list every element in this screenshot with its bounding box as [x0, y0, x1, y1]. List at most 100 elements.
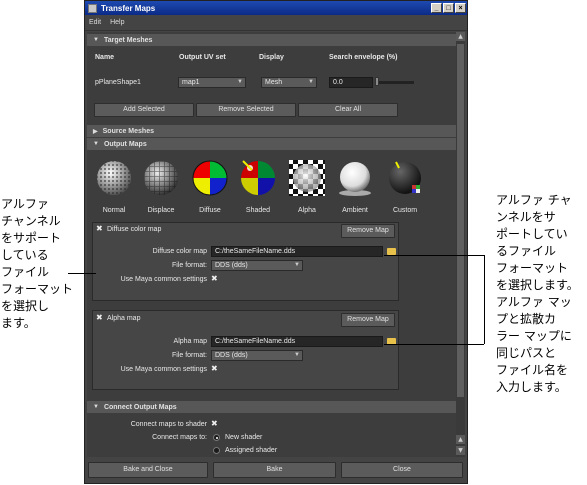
alpha-frame-title: Alpha map [107, 315, 141, 322]
scroll-down-icon[interactable]: ▼ [456, 446, 465, 455]
transfer-maps-window: Transfer Maps _ □ × Edit Help ▼ Target M… [84, 0, 468, 484]
map-label-normal: Normal [102, 207, 126, 214]
collapse-triangle-icon: ▼ [93, 141, 99, 147]
vertical-scrollbar[interactable]: ▲ ▲ ▼ [456, 32, 465, 457]
callout-leader-line [68, 273, 96, 274]
connect-to-shader-checkbox[interactable]: ✖ [211, 419, 218, 428]
section-title: Output Maps [103, 140, 147, 148]
folder-icon[interactable] [387, 248, 396, 255]
section-connect-output-maps[interactable]: ▼ Connect Output Maps [87, 401, 456, 413]
diffuse-map-path-input[interactable]: C:/theSameFileName.dds [211, 246, 383, 257]
header-uv-set: Output UV set [179, 54, 226, 61]
section-source-meshes[interactable]: ▶ Source Meshes [87, 125, 456, 137]
diffuse-file-format-dropdown[interactable]: DDS (dds) ▼ [211, 260, 303, 271]
callout-line: プと拡散カ [496, 312, 557, 326]
search-envelope-input[interactable]: 0.0 [329, 77, 373, 88]
alpha-common-settings-label: Use Maya common settings [120, 366, 207, 373]
map-label-ambient: Ambient [342, 207, 368, 214]
diffuse-common-settings-label: Use Maya common settings [120, 276, 207, 283]
chevron-down-icon: ▼ [237, 79, 243, 85]
alpha-map-icon[interactable] [288, 159, 326, 197]
alpha-file-format-dropdown[interactable]: DDS (dds) ▼ [211, 350, 303, 361]
add-selected-button[interactable]: Add Selected [94, 103, 194, 117]
section-target-meshes[interactable]: ▼ Target Meshes [87, 34, 456, 46]
assigned-shader-label: Assigned shader [225, 447, 278, 454]
callout-line: ラー マップに [496, 329, 572, 343]
callout-left: アルファ チャンネル をサポート している ファイル フォーマット を選択し ま… [1, 196, 81, 332]
callout-line: をサポート [1, 231, 62, 245]
remove-alpha-map-button[interactable]: Remove Map [341, 313, 395, 327]
diffuse-frame-title: Diffuse color map [107, 226, 162, 233]
diffuse-common-settings-checkbox[interactable]: ✖ [211, 274, 218, 283]
bake-and-close-button[interactable]: Bake and Close [88, 462, 208, 478]
callout-line: ファイル名を [496, 363, 569, 377]
menu-edit[interactable]: Edit [89, 19, 101, 26]
collapse-triangle-icon: ▼ [93, 404, 99, 410]
callout-leader-line [384, 255, 484, 256]
alpha-file-format-value: DDS (dds) [215, 352, 248, 359]
close-button[interactable]: Close [341, 462, 463, 478]
chevron-down-icon: ▼ [294, 262, 300, 268]
new-shader-radio[interactable] [213, 434, 220, 441]
expand-triangle-icon: ▶ [93, 128, 98, 135]
normal-map-icon[interactable] [95, 159, 133, 197]
map-label-shaded: Shaded [245, 207, 271, 214]
diffuse-frame-check-icon[interactable]: ✖ [96, 224, 103, 233]
bake-button[interactable]: Bake [213, 462, 336, 478]
alpha-frame-check-icon[interactable]: ✖ [96, 313, 103, 322]
remove-selected-button[interactable]: Remove Selected [196, 103, 296, 117]
callout-line: アルファ チャ [496, 193, 572, 207]
maximize-icon[interactable]: □ [443, 3, 454, 13]
app-icon [88, 3, 97, 13]
callout-line: している [1, 248, 49, 262]
diffuse-map-icon[interactable] [191, 159, 229, 197]
display-value: Mesh [265, 79, 283, 86]
diffuse-file-format-value: DDS (dds) [215, 262, 248, 269]
display-dropdown[interactable]: Mesh ▼ [261, 77, 317, 88]
callout-line: ンネルをサ [496, 210, 556, 224]
search-envelope-slider[interactable] [376, 81, 414, 84]
new-shader-label: New shader [225, 434, 263, 441]
callout-line: チャンネル [1, 214, 61, 228]
alpha-common-settings-checkbox[interactable]: ✖ [211, 364, 218, 373]
alpha-map-label: Alpha map [173, 338, 207, 345]
displace-map-icon[interactable] [142, 159, 180, 197]
close-icon[interactable]: × [455, 3, 466, 13]
section-title: Target Meshes [103, 36, 153, 44]
section-output-maps[interactable]: ▼ Output Maps [87, 138, 456, 150]
menu-help[interactable]: Help [110, 19, 124, 26]
alpha-map-path-input[interactable]: C:/theSameFileName.dds [211, 336, 383, 347]
map-label-alpha: Alpha [298, 207, 316, 214]
bottom-button-bar: Bake and Close Bake Close [85, 457, 467, 483]
title-bar[interactable]: Transfer Maps _ □ × [85, 1, 467, 15]
slider-handle[interactable] [375, 77, 379, 86]
scroll-content: ▼ Target Meshes Name Output UV set Displ… [87, 32, 456, 457]
callout-line: フォーマット [496, 261, 569, 275]
alpha-file-format-label: File format: [171, 352, 207, 359]
remove-diffuse-map-button[interactable]: Remove Map [341, 224, 395, 238]
callout-line: ます。 [1, 316, 36, 330]
header-name: Name [95, 54, 115, 61]
ambient-map-icon[interactable] [336, 159, 374, 197]
header-search-envelope: Search envelope (%) [329, 54, 398, 61]
scroll-up-icon[interactable]: ▲ [456, 32, 465, 41]
callout-line: ポートしてい [496, 227, 568, 241]
scroll-up-icon[interactable]: ▲ [456, 435, 465, 444]
callout-line: るファイル [496, 244, 557, 258]
minimize-icon[interactable]: _ [431, 3, 442, 13]
assigned-shader-radio[interactable] [213, 447, 220, 454]
callout-line: アルファ マッ [496, 295, 572, 309]
diffuse-map-label: Diffuse color map [152, 248, 207, 255]
uv-set-dropdown[interactable]: map1 ▼ [178, 77, 246, 88]
custom-map-icon[interactable] [386, 159, 424, 197]
map-label-custom: Custom [392, 207, 418, 214]
callout-line: アルファ [1, 197, 49, 211]
callout-line: フォーマット [1, 282, 74, 296]
shaded-map-icon[interactable] [239, 159, 277, 197]
collapse-triangle-icon: ▼ [93, 37, 99, 43]
clear-all-button[interactable]: Clear All [298, 103, 398, 117]
menu-bar: Edit Help [85, 15, 467, 31]
window-title: Transfer Maps [101, 3, 156, 13]
map-label-diffuse: Diffuse [199, 207, 221, 214]
callout-line: 同じパスと [496, 346, 557, 360]
